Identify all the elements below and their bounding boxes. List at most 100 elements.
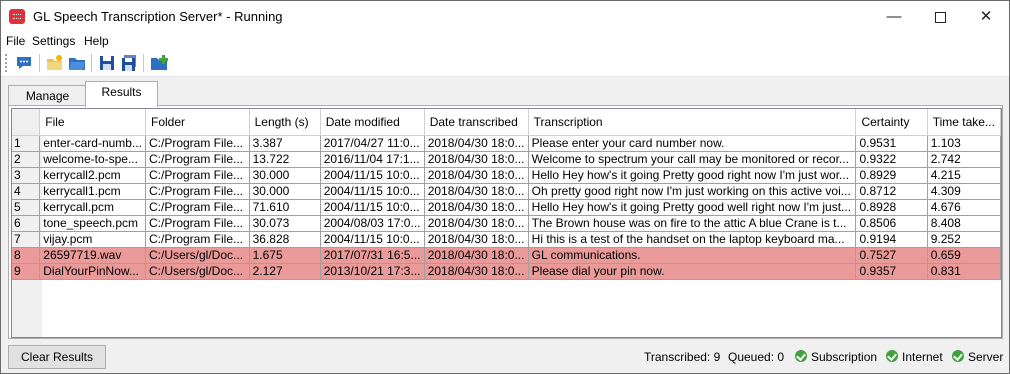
column-header-length[interactable]: Length (s)	[249, 109, 321, 136]
close-button[interactable]: ✕	[963, 1, 1009, 32]
cell-transcription[interactable]: The Brown house was on fire to the attic…	[528, 215, 857, 232]
cell-certainty[interactable]: 0.9531	[855, 135, 928, 152]
cell-length[interactable]: 30.000	[249, 167, 321, 184]
cell-length[interactable]: 36.828	[249, 231, 321, 248]
table-row[interactable]: 6 tone_speech.pcm C:/Program File... 30.073…	[12, 215, 1001, 232]
cell-folder[interactable]: C:/Program File...	[145, 231, 250, 248]
cell-certainty[interactable]: 0.8928	[855, 199, 928, 216]
column-header-transcription[interactable]: Transcription	[528, 109, 857, 136]
cell-date-modified[interactable]: 2004/11/15 10:0...	[320, 167, 425, 184]
cell-transcription[interactable]: Hello Hey how's it going Pretty good rig…	[528, 167, 857, 184]
cell-length[interactable]: 13.722	[249, 151, 321, 168]
cell-length[interactable]: 30.000	[249, 183, 321, 200]
cell-certainty[interactable]: 0.8506	[855, 215, 928, 232]
cell-date-transcribed[interactable]: 2018/04/30 18:0...	[424, 263, 529, 280]
cell-length[interactable]: 30.073	[249, 215, 321, 232]
table-row[interactable]: 1 enter-card-numb... C:/Program File... 3.3…	[12, 135, 1001, 152]
cell-time-taken[interactable]: 2.742	[927, 151, 1001, 168]
cell-date-transcribed[interactable]: 2018/04/30 18:0...	[424, 231, 529, 248]
cell-file[interactable]: kerrycall.pcm	[39, 199, 146, 216]
cell-folder[interactable]: C:/Program File...	[145, 135, 250, 152]
cell-transcription[interactable]: Hi this is a test of the handset on the …	[528, 231, 857, 248]
row-number[interactable]: 5	[12, 199, 41, 216]
menu-settings[interactable]: Settings	[32, 34, 75, 48]
cell-certainty[interactable]: 0.8929	[855, 167, 928, 184]
menu-file[interactable]: File	[6, 34, 25, 48]
row-number[interactable]: 6	[12, 215, 41, 232]
cell-file[interactable]: enter-card-numb...	[39, 135, 146, 152]
cell-transcription[interactable]: Welcome to spectrum your call may be mon…	[528, 151, 857, 168]
cell-date-transcribed[interactable]: 2018/04/30 18:0...	[424, 215, 529, 232]
cell-time-taken[interactable]: 4.309	[927, 183, 1001, 200]
row-number[interactable]: 8	[12, 247, 41, 264]
cell-date-modified[interactable]: 2004/11/15 10:0...	[320, 183, 425, 200]
cell-date-modified[interactable]: 2013/10/21 17:3...	[320, 263, 425, 280]
table-row[interactable]: 8 26597719.wav C:/Users/gl/Doc... 1.675 2017…	[12, 247, 1001, 264]
cell-transcription[interactable]: Hello Hey how's it going Pretty good wel…	[528, 199, 857, 216]
cell-certainty[interactable]: 0.8712	[855, 183, 928, 200]
cell-date-transcribed[interactable]: 2018/04/30 18:0...	[424, 199, 529, 216]
cell-date-transcribed[interactable]: 2018/04/30 18:0...	[424, 247, 529, 264]
cell-folder[interactable]: C:/Program File...	[145, 151, 250, 168]
cell-date-modified[interactable]: 2004/11/15 10:0...	[320, 199, 425, 216]
cell-date-transcribed[interactable]: 2018/04/30 18:0...	[424, 167, 529, 184]
row-number[interactable]: 2	[12, 151, 41, 168]
cell-certainty[interactable]: 0.9322	[855, 151, 928, 168]
cell-date-transcribed[interactable]: 2018/04/30 18:0...	[424, 151, 529, 168]
column-header-date-transcribed[interactable]: Date transcribed	[424, 109, 529, 136]
cell-certainty[interactable]: 0.7527	[855, 247, 928, 264]
cell-date-modified[interactable]: 2004/08/03 17:0...	[320, 215, 425, 232]
table-row[interactable]: 3 kerrycall2.pcm C:/Program File... 30.000 2…	[12, 167, 1001, 184]
cell-folder[interactable]: C:/Program File...	[145, 167, 250, 184]
cell-folder[interactable]: C:/Program File...	[145, 215, 250, 232]
cell-folder[interactable]: C:/Users/gl/Doc...	[145, 247, 250, 264]
cell-date-modified[interactable]: 2016/11/04 17:1...	[320, 151, 425, 168]
row-number[interactable]: 7	[12, 231, 41, 248]
menu-help[interactable]: Help	[84, 34, 109, 48]
cell-folder[interactable]: C:/Program File...	[145, 199, 250, 216]
cell-file[interactable]: DialYourPinNow...	[39, 263, 146, 280]
cell-date-transcribed[interactable]: 2018/04/30 18:0...	[424, 183, 529, 200]
save-icon[interactable]	[98, 54, 116, 72]
cell-transcription[interactable]: GL communications.	[528, 247, 857, 264]
cell-time-taken[interactable]: 4.676	[927, 199, 1001, 216]
cell-time-taken[interactable]: 9.252	[927, 231, 1001, 248]
cell-time-taken[interactable]: 0.831	[927, 263, 1001, 280]
cell-time-taken[interactable]: 4.215	[927, 167, 1001, 184]
cell-file[interactable]: vijay.pcm	[39, 231, 146, 248]
new-folder-icon[interactable]	[46, 54, 64, 72]
cell-file[interactable]: kerrycall1.pcm	[39, 183, 146, 200]
cell-certainty[interactable]: 0.9194	[855, 231, 928, 248]
cell-date-modified[interactable]: 2004/11/15 10:0...	[320, 231, 425, 248]
cell-file[interactable]: welcome-to-spe...	[39, 151, 146, 168]
clear-results-button[interactable]: Clear Results	[8, 345, 106, 369]
cell-file[interactable]: kerrycall2.pcm	[39, 167, 146, 184]
table-row[interactable]: 5 kerrycall.pcm C:/Program File... 71.610 20…	[12, 199, 1001, 216]
chat-icon[interactable]	[15, 54, 33, 72]
table-row[interactable]: 4 kerrycall1.pcm C:/Program File... 30.000 2…	[12, 183, 1001, 200]
cell-folder[interactable]: C:/Users/gl/Doc...	[145, 263, 250, 280]
row-number[interactable]: 4	[12, 183, 41, 200]
row-number[interactable]: 1	[12, 135, 41, 152]
column-header-folder[interactable]: Folder	[145, 109, 250, 136]
cell-date-modified[interactable]: 2017/07/31 16:5...	[320, 247, 425, 264]
cell-date-modified[interactable]: 2017/04/27 11:0...	[320, 135, 425, 152]
column-header-certainty[interactable]: Certainty	[855, 109, 928, 136]
cell-transcription[interactable]: Please enter your card number now.	[528, 135, 857, 152]
row-number[interactable]: 3	[12, 167, 41, 184]
table-row[interactable]: 2 welcome-to-spe... C:/Program File... 13.7…	[12, 151, 1001, 168]
cell-time-taken[interactable]: 0.659	[927, 247, 1001, 264]
cell-date-transcribed[interactable]: 2018/04/30 18:0...	[424, 135, 529, 152]
maximize-button[interactable]	[917, 1, 963, 32]
table-row[interactable]: 7 vijay.pcm C:/Program File... 36.828 2004/1…	[12, 231, 1001, 248]
minimize-button[interactable]: —	[871, 1, 917, 32]
column-header-file[interactable]: File	[39, 109, 146, 136]
cell-transcription[interactable]: Oh pretty good right now I'm just workin…	[528, 183, 857, 200]
column-header-time-taken[interactable]: Time take...	[927, 109, 1001, 136]
cell-transcription[interactable]: Please dial your pin now.	[528, 263, 857, 280]
cell-time-taken[interactable]: 1.103	[927, 135, 1001, 152]
toolbar-grip[interactable]	[5, 54, 9, 72]
add-folder-icon[interactable]	[150, 54, 168, 72]
cell-file[interactable]: tone_speech.pcm	[39, 215, 146, 232]
cell-length[interactable]: 71.610	[249, 199, 321, 216]
